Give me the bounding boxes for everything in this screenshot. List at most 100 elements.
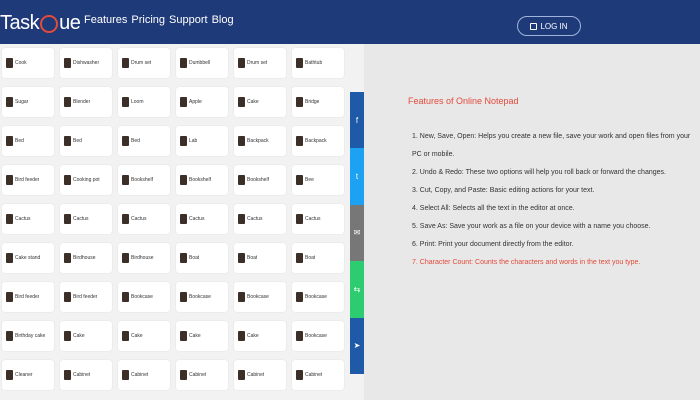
share-icon: ⇆ [353,284,361,294]
emoji-label: Birdhouse [131,255,154,261]
mail-icon: ✉ [353,228,361,238]
emoji-label: Cook [15,60,27,66]
emoji-label: Apple [189,99,202,105]
emoji-card[interactable]: Dishwasher [60,48,112,78]
emoji-card[interactable]: Cake stand [2,243,54,273]
nav-support[interactable]: Support [169,14,208,26]
email-share-button[interactable]: ✉ [350,204,364,262]
emoji-card[interactable]: Backpack [292,126,344,156]
emoji-card[interactable]: Cactus [118,204,170,234]
emoji-card[interactable]: Blender [60,87,112,117]
emoji-card[interactable]: Drum set [118,48,170,78]
emoji-card[interactable]: Bird feeder [2,282,54,312]
facebook-share-button[interactable]: f [350,92,364,149]
emoji-card[interactable]: Lab [176,126,228,156]
emoji-icon [238,136,245,146]
emoji-card[interactable]: Cabinet [60,360,112,390]
emoji-icon [238,58,245,68]
emoji-card[interactable]: Dumbbell [176,48,228,78]
emoji-card[interactable]: Bed [60,126,112,156]
emoji-label: Bee [305,177,314,183]
emoji-card[interactable]: Bookcase [234,282,286,312]
emoji-icon [6,292,13,302]
emoji-card[interactable]: Bird feeder [60,282,112,312]
emoji-card[interactable]: Bathtub [292,48,344,78]
twitter-share-button[interactable]: t [350,148,364,205]
emoji-card[interactable]: Bookcase [292,282,344,312]
emoji-label: Drum set [247,60,268,66]
emoji-label: Cabinet [305,372,323,378]
emoji-card[interactable]: Bed [2,126,54,156]
emoji-icon [180,136,187,146]
emoji-card[interactable]: Cabinet [176,360,228,390]
send-button[interactable]: ➤ [350,317,364,374]
emoji-card[interactable]: Drum set [234,48,286,78]
emoji-label: Cabinet [131,372,149,378]
emoji-card[interactable]: Bookcase [176,282,228,312]
feature-item: 1. New, Save, Open: Helps you create a n… [412,133,691,158]
emoji-label: Bookcase [247,294,269,300]
emoji-icon [180,253,187,263]
emoji-card[interactable]: Cake [234,87,286,117]
emoji-card[interactable]: Bird feeder [2,165,54,195]
emoji-icon [296,370,303,380]
emoji-label: Cake [247,333,259,339]
emoji-card[interactable]: Cactus [2,204,54,234]
emoji-card[interactable]: Boat [234,243,286,273]
emoji-card[interactable]: Birdhouse [60,243,112,273]
login-button[interactable]: LOG IN [517,16,581,36]
emoji-label: Cooking pot [73,177,100,183]
emoji-label: Boat [189,255,200,261]
emoji-label: Bookshelf [247,177,269,183]
emoji-card[interactable]: Backpack [234,126,286,156]
emoji-card[interactable]: Cake [234,321,286,351]
emoji-card[interactable]: Apple [176,87,228,117]
emoji-icon [6,175,13,185]
taskque-logo[interactable]: Task ue [0,9,81,37]
emoji-card[interactable]: Cactus [292,204,344,234]
emoji-card[interactable]: Cactus [234,204,286,234]
emoji-card[interactable]: Birthday cake [2,321,54,351]
nav-pricing[interactable]: Pricing [131,14,165,26]
emoji-card[interactable]: Bee [292,165,344,195]
emoji-card[interactable]: Boat [292,243,344,273]
emoji-card[interactable]: Cactus [176,204,228,234]
emoji-label: Backpack [247,138,269,144]
emoji-card[interactable]: Bridge [292,87,344,117]
emoji-card[interactable]: Cake [118,321,170,351]
share-button[interactable]: ⇆ [350,261,364,318]
emoji-icon [6,331,13,341]
emoji-card[interactable]: Boat [176,243,228,273]
emoji-label: Bookcase [305,333,327,339]
nav-features[interactable]: Features [84,14,127,26]
emoji-card[interactable]: Cabinet [234,360,286,390]
emoji-card[interactable]: Birdhouse [118,243,170,273]
emoji-card[interactable]: Cooking pot [60,165,112,195]
emoji-label: Sugar [15,99,29,105]
emoji-label: Cake [189,333,201,339]
emoji-card[interactable]: Cook [2,48,54,78]
emoji-icon [180,97,187,107]
emoji-card[interactable]: Cake [176,321,228,351]
emoji-label: Birthday cake [15,333,46,339]
emoji-card[interactable]: Bed [118,126,170,156]
emoji-card[interactable]: Sugar [2,87,54,117]
emoji-card[interactable]: Cabinet [292,360,344,390]
emoji-card[interactable]: Bookcase [292,321,344,351]
emoji-card[interactable]: Bookshelf [234,165,286,195]
emoji-card[interactable]: Cabinet [118,360,170,390]
emoji-icon [296,253,303,263]
emoji-label: Cake [73,333,85,339]
nav-blog[interactable]: Blog [212,14,234,26]
emoji-label: Cake stand [15,255,41,261]
emoji-label: Bed [131,138,140,144]
emoji-card[interactable]: Bookshelf [176,165,228,195]
emoji-card[interactable]: Cleaner [2,360,54,390]
emoji-card[interactable]: Cactus [60,204,112,234]
emoji-card[interactable]: Bookshelf [118,165,170,195]
emoji-card[interactable]: Loom [118,87,170,117]
emoji-card[interactable]: Cake [60,321,112,351]
emoji-icon [6,136,13,146]
emoji-label: Bridge [305,99,320,105]
emoji-card[interactable]: Bookcase [118,282,170,312]
